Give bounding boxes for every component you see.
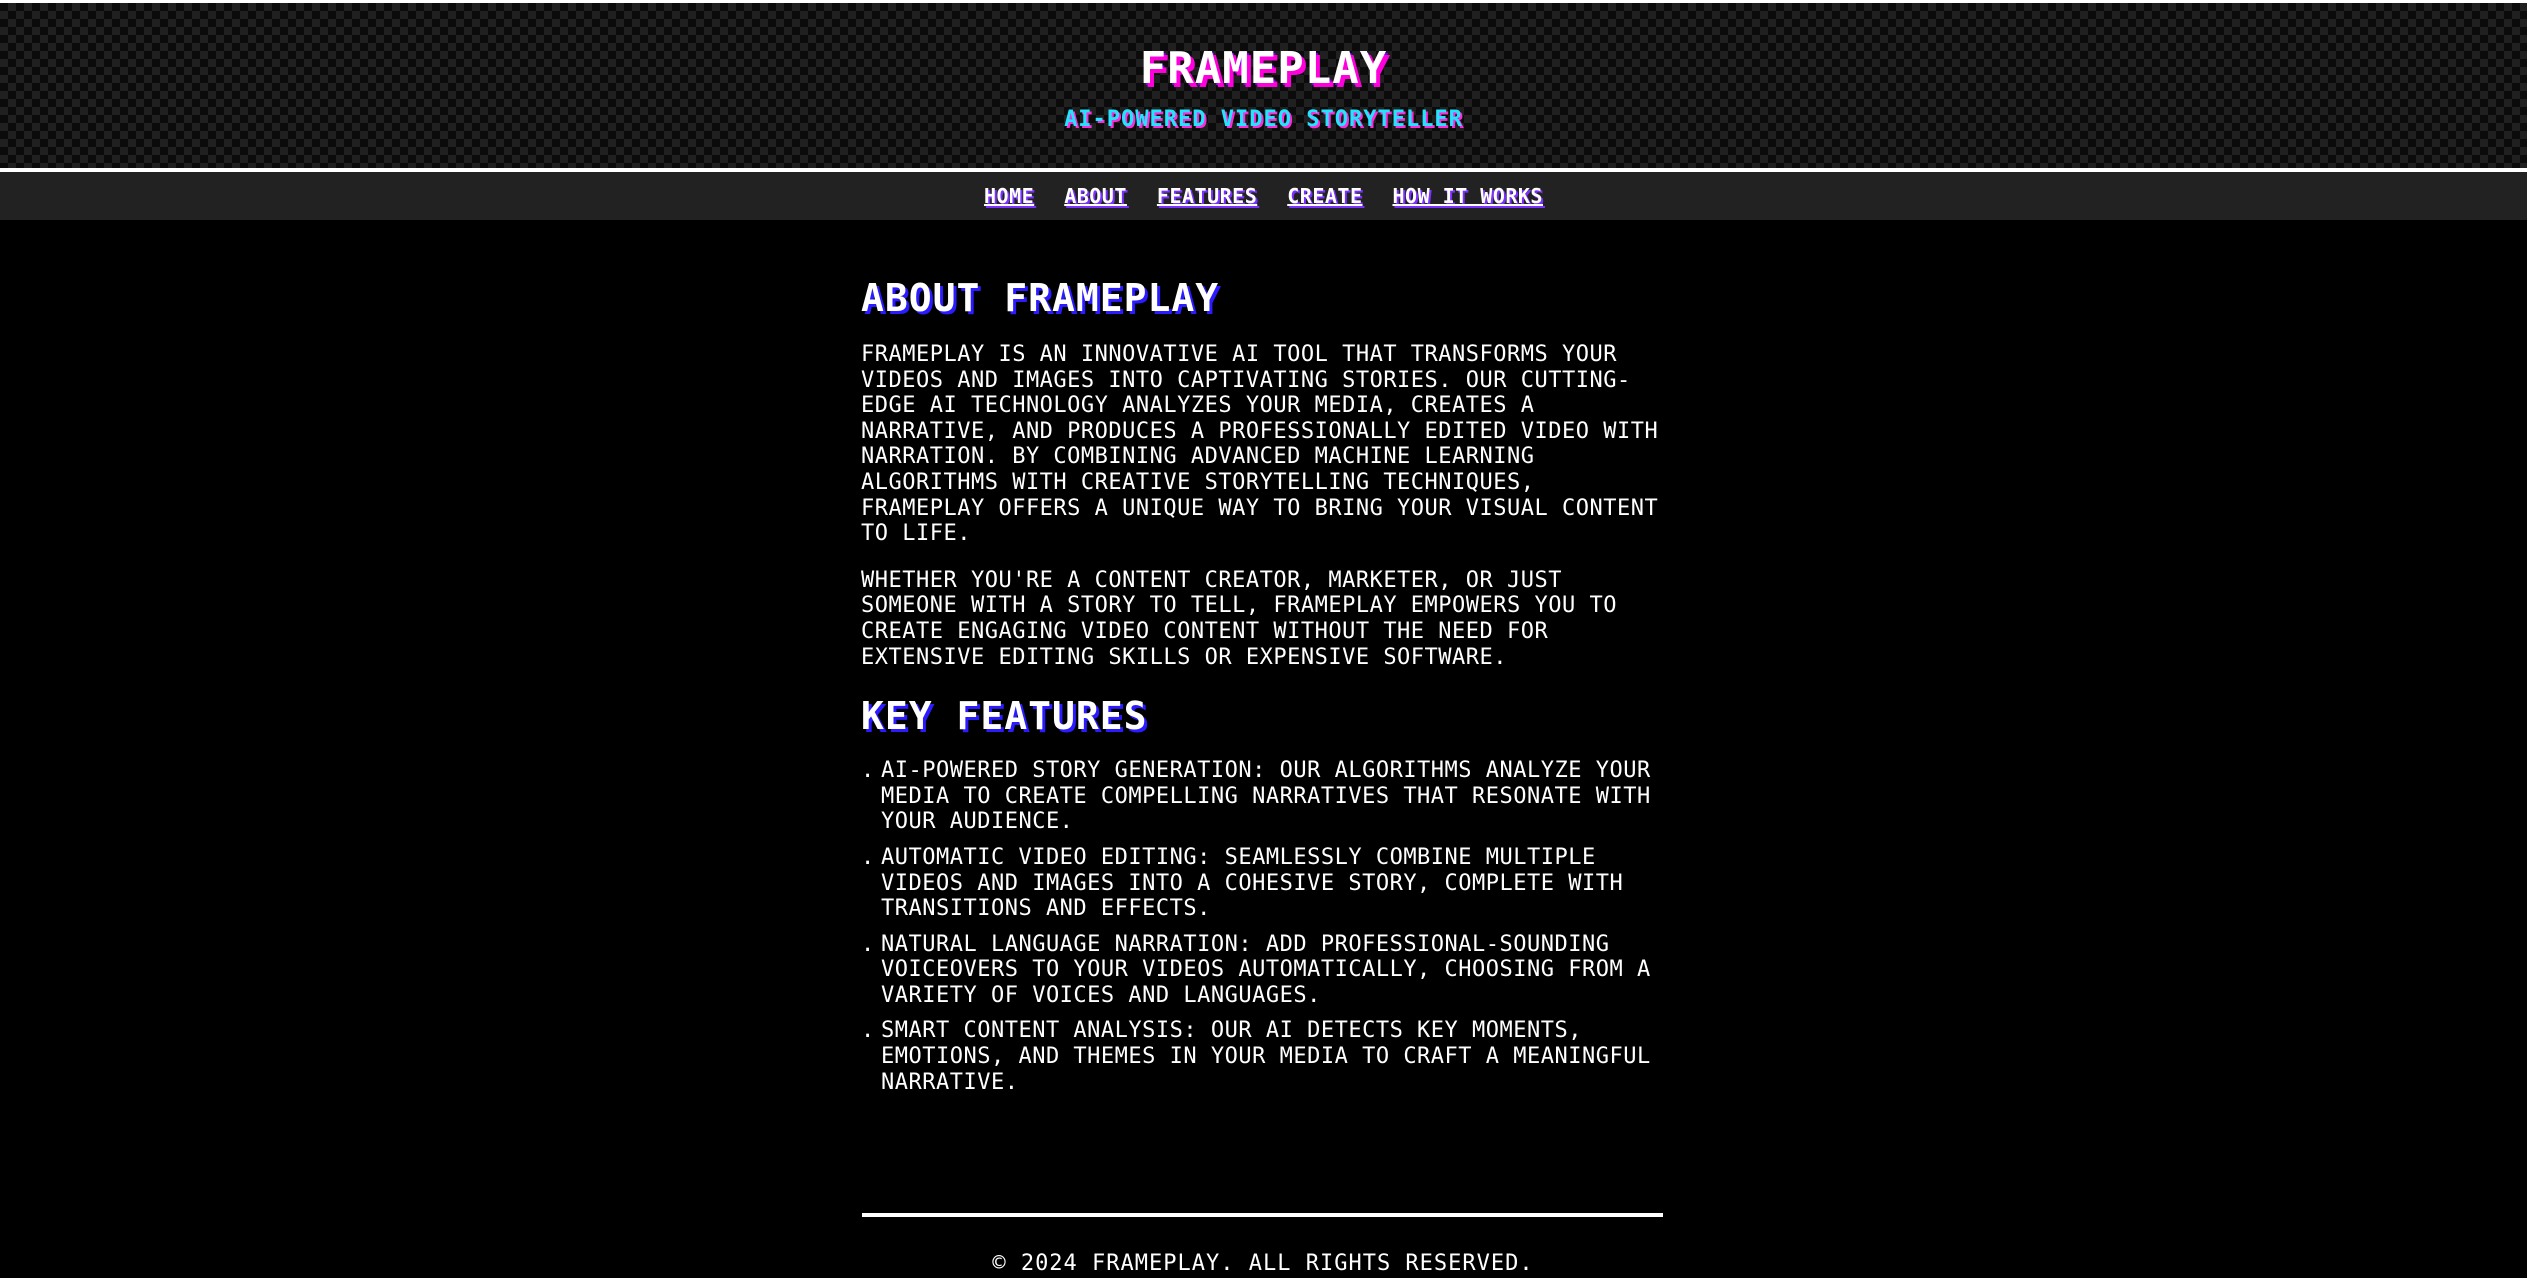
feature-text: AI-POWERED STORY GENERATION: OUR ALGORIT… (881, 758, 1651, 835)
site-header: FRAMEPLAY AI-POWERED VIDEO STORYTELLER (0, 0, 2527, 168)
feature-item: . NATURAL LANGUAGE NARRATION: ADD PROFES… (861, 932, 1665, 1009)
footer-copyright: © 2024 FRAMEPLAY. ALL RIGHTS RESERVED. (992, 1251, 1534, 1276)
feature-text: SMART CONTENT ANALYSIS: OUR AI DETECTS K… (881, 1018, 1651, 1095)
feature-text: NATURAL LANGUAGE NARRATION: ADD PROFESSI… (881, 931, 1651, 1008)
feature-text: AUTOMATIC VIDEO EDITING: SEAMLESSLY COMB… (881, 844, 1624, 922)
nav-item-create[interactable]: CREATE (1287, 184, 1362, 208)
nav-item-home[interactable]: HOME (984, 184, 1034, 208)
bullet-icon: . (861, 758, 875, 784)
feature-item: . SMART CONTENT ANALYSIS: OUR AI DETECTS… (861, 1018, 1665, 1095)
bullet-icon: . (861, 931, 875, 957)
about-paragraph-2: WHETHER YOU'RE A CONTENT CREATOR, MARKET… (861, 567, 1617, 670)
main-content: ABOUT FRAMEPLAY FRAMEPLAY IS AN INNOVATI… (861, 276, 1665, 1105)
site-tagline: AI-POWERED VIDEO STORYTELLER (1064, 107, 1463, 132)
feature-item: . AI-POWERED STORY GENERATION: OUR ALGOR… (861, 758, 1665, 835)
nav-item-how-it-works[interactable]: HOW IT WORKS (1392, 184, 1543, 208)
about-heading: ABOUT FRAMEPLAY (861, 276, 1220, 320)
nav-item-features[interactable]: FEATURES (1157, 184, 1257, 208)
nav-item-about[interactable]: ABOUT (1064, 184, 1127, 208)
feature-item: . AUTOMATIC VIDEO EDITING: SEAMLESSLY CO… (861, 845, 1665, 922)
main-nav: HOME ABOUT FEATURES CREATE HOW IT WORKS (0, 172, 2527, 220)
bullet-icon: . (861, 844, 875, 870)
bullet-icon: . (861, 1018, 875, 1044)
about-paragraph-1: FRAMEPLAY IS AN INNOVATIVE AI TOOL THAT … (861, 342, 1659, 547)
site-logo[interactable]: FRAMEPLAY (0, 43, 2527, 94)
features-list: . AI-POWERED STORY GENERATION: OUR ALGOR… (861, 758, 1665, 1095)
footer-divider (862, 1213, 1663, 1217)
features-heading: KEY FEATURES (861, 694, 1148, 739)
